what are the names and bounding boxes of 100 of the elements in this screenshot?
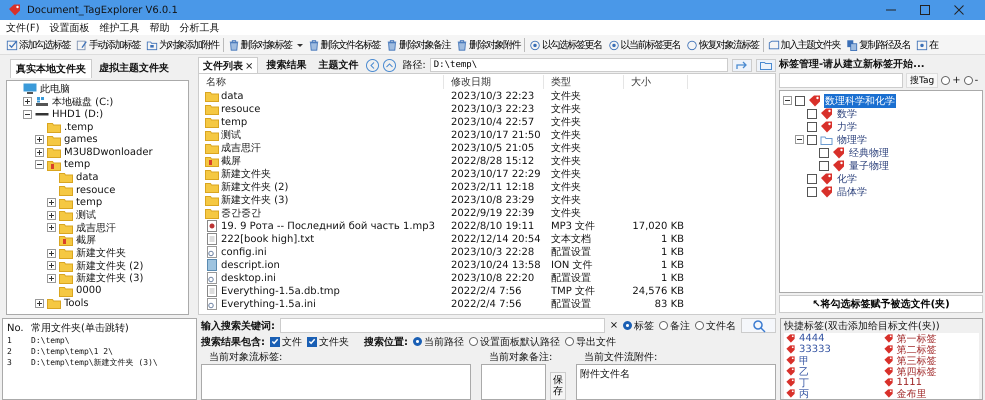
quick-tag[interactable]: 1111 bbox=[896, 377, 922, 388]
file-name[interactable]: 新建文件夹 (3) bbox=[221, 193, 288, 207]
file-name[interactable]: 测试 bbox=[221, 128, 241, 142]
quick-tag[interactable]: 第一标签 bbox=[896, 333, 936, 344]
menu-item[interactable]: 文件(F) bbox=[6, 21, 40, 34]
tag-search-field[interactable] bbox=[779, 73, 903, 88]
toolbar-button[interactable]: 加入主题文件夹 bbox=[766, 36, 842, 52]
tab[interactable]: 文件列表 × bbox=[198, 56, 258, 74]
column-header[interactable]: 名称 bbox=[199, 74, 444, 88]
tree-item[interactable]: 新建文件夹 (3) bbox=[76, 271, 144, 286]
checkbox[interactable] bbox=[807, 134, 817, 144]
column-header[interactable]: 附件文件名 bbox=[577, 365, 775, 383]
tag-item[interactable]: 晶体学 bbox=[836, 184, 868, 198]
quick-tag[interactable]: 33333 bbox=[799, 344, 831, 355]
tree-item[interactable]: .temp bbox=[64, 122, 94, 133]
expand-icon[interactable] bbox=[47, 248, 56, 258]
folder-path[interactable]: D:\temp\ bbox=[31, 336, 192, 345]
radio-label[interactable]: 备注 bbox=[670, 318, 690, 332]
menu-item[interactable]: 维护工具 bbox=[100, 21, 140, 34]
search-button[interactable] bbox=[741, 318, 776, 333]
quick-tag[interactable]: 丙 bbox=[799, 388, 809, 399]
tree-item[interactable]: data bbox=[76, 172, 99, 183]
radio-label[interactable]: 文件名 bbox=[706, 318, 736, 332]
tag-item[interactable]: 数理科学和化学 bbox=[824, 94, 896, 108]
toolbar-button[interactable]: 恢复对象流标签 bbox=[684, 36, 760, 52]
menu-item[interactable]: 帮助 bbox=[150, 21, 170, 34]
tree-item[interactable]: 此电脑 bbox=[40, 82, 70, 96]
file-name[interactable]: 222[book high].txt bbox=[221, 234, 314, 244]
file-name[interactable]: Everything-1.5a.ini bbox=[221, 298, 316, 310]
folder-path[interactable]: D:\temp\temp\新建文件夹 (3)\ bbox=[31, 357, 192, 368]
radio-label[interactable]: 当前路径 bbox=[424, 334, 464, 348]
checkbox[interactable] bbox=[807, 186, 817, 196]
toolbar-button[interactable]: 复制路径及名 bbox=[844, 36, 912, 52]
tag-item[interactable]: 力学 bbox=[836, 120, 858, 134]
collapse-icon[interactable] bbox=[35, 160, 44, 170]
toolbar-button[interactable]: 以当前标签更名 bbox=[606, 36, 682, 52]
expand-icon[interactable] bbox=[35, 298, 44, 308]
tree-item[interactable]: temp bbox=[76, 197, 102, 208]
tag-item[interactable]: 物理学 bbox=[836, 132, 868, 146]
toolbar-button[interactable]: 删除文件名标签 bbox=[306, 36, 382, 52]
menu-item[interactable]: 分析工具 bbox=[180, 21, 220, 34]
tab[interactable]: 搜索结果 bbox=[262, 57, 310, 73]
column-header[interactable]: 修改日期 bbox=[444, 74, 544, 88]
expand-icon[interactable] bbox=[47, 261, 56, 270]
radio-button[interactable] bbox=[964, 76, 973, 85]
tree-item[interactable]: games bbox=[64, 134, 98, 146]
save-button[interactable]: 保存 bbox=[550, 372, 566, 400]
path-field[interactable]: D:\temp\ bbox=[430, 58, 728, 72]
column-header[interactable]: 大小 bbox=[624, 74, 688, 88]
file-name[interactable]: 成吉思汗 bbox=[221, 141, 261, 155]
tree-item[interactable]: 新建文件夹 (2) bbox=[76, 258, 144, 273]
menu-item[interactable]: 设置面板 bbox=[50, 21, 90, 34]
go-button[interactable] bbox=[732, 58, 752, 72]
checkbox[interactable] bbox=[795, 96, 805, 106]
tree-item[interactable]: HHD1 (D:) bbox=[52, 108, 104, 120]
radio-label[interactable]: 设置面板默认路径 bbox=[480, 334, 560, 348]
radio-label[interactable]: + bbox=[952, 75, 961, 86]
quick-tag[interactable]: 丁 bbox=[799, 377, 809, 388]
quick-tag[interactable]: 乙 bbox=[799, 366, 809, 377]
checkbox[interactable] bbox=[819, 148, 829, 158]
search-field[interactable] bbox=[280, 318, 605, 333]
toolbar-button[interactable]: 删除对象标签 bbox=[226, 36, 294, 52]
expand-icon[interactable] bbox=[35, 148, 44, 157]
checkbox-label[interactable]: 文件夹 bbox=[319, 334, 349, 348]
tab[interactable]: 虚拟主题文件夹 bbox=[94, 59, 174, 78]
tree-item[interactable]: 本地磁盘 (C:) bbox=[52, 94, 114, 109]
radio-label[interactable]: - bbox=[974, 75, 978, 86]
apply-tags-button[interactable]: ↖将勾选标签赋予被选文件(夹) bbox=[779, 295, 983, 313]
expand-icon[interactable] bbox=[35, 135, 44, 144]
tree-item[interactable]: 0000 bbox=[76, 285, 102, 296]
column-header[interactable]: 常用文件夹(单击跳转) bbox=[31, 321, 192, 335]
expand-icon[interactable] bbox=[23, 97, 32, 106]
expand-icon[interactable] bbox=[47, 198, 56, 208]
collapse-icon[interactable] bbox=[23, 110, 32, 119]
quick-tag[interactable]: 金布里 bbox=[896, 388, 926, 399]
file-name[interactable]: temp bbox=[221, 116, 248, 128]
checkbox[interactable] bbox=[807, 108, 817, 118]
radio-button[interactable] bbox=[623, 321, 632, 330]
expand-icon[interactable] bbox=[47, 210, 56, 220]
file-name[interactable]: data bbox=[221, 90, 244, 102]
tree-item[interactable]: Tools bbox=[64, 298, 89, 309]
expand-icon[interactable] bbox=[47, 223, 56, 232]
file-name[interactable]: descript.ion bbox=[221, 260, 280, 270]
radio-label[interactable]: 标签 bbox=[634, 318, 654, 332]
file-name[interactable]: 중간중간 bbox=[221, 206, 261, 220]
quick-tag[interactable]: 第三标签 bbox=[896, 355, 936, 366]
radio-button[interactable] bbox=[413, 337, 422, 346]
collapse-icon[interactable] bbox=[795, 135, 804, 144]
toolbar-button[interactable]: 手动添加标签 bbox=[74, 36, 142, 52]
checkbox[interactable] bbox=[819, 160, 829, 170]
file-name[interactable]: 截屏 bbox=[221, 154, 241, 168]
tree-item[interactable]: 成吉思汗 bbox=[76, 220, 116, 235]
radio-label[interactable]: 导出文件 bbox=[576, 334, 616, 348]
file-name[interactable]: 新建文件夹 bbox=[221, 167, 271, 181]
quick-tag[interactable]: 4444 bbox=[799, 333, 824, 344]
close-icon[interactable] bbox=[953, 4, 965, 16]
tree-item[interactable]: temp bbox=[64, 159, 90, 170]
file-name[interactable]: resouce bbox=[221, 104, 260, 114]
radio-button[interactable] bbox=[469, 337, 478, 346]
clear-button[interactable]: × bbox=[610, 320, 618, 331]
